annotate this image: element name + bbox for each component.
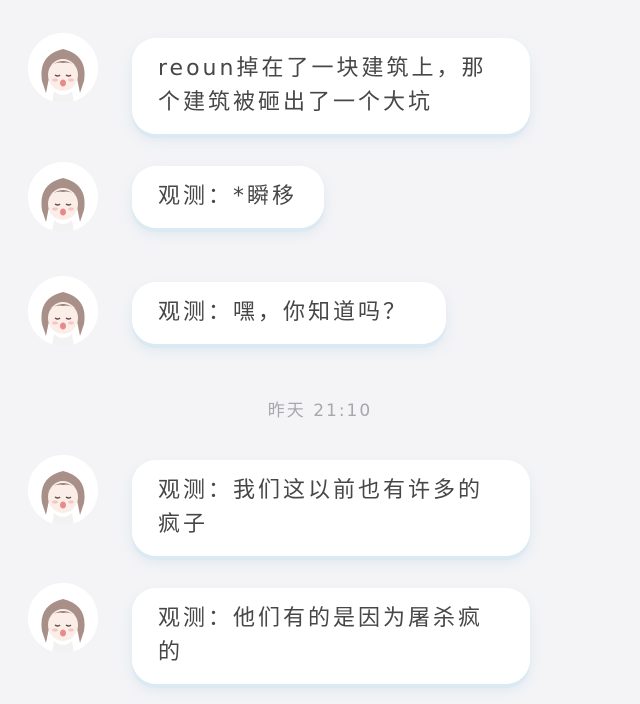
avatar[interactable] (28, 583, 98, 653)
message-bubble[interactable]: 观测：我们这以前也有许多的疯子 (132, 460, 530, 556)
message-bubble[interactable]: 观测：他们有的是因为屠杀疯的 (132, 588, 530, 684)
message-text: reoun掉在了一块建筑上，那个建筑被砸出了一个大坑 (158, 56, 487, 115)
anime-girl-avatar-icon (28, 455, 98, 525)
message-bubble[interactable]: reoun掉在了一块建筑上，那个建筑被砸出了一个大坑 (132, 38, 530, 134)
message-text: 观测：我们这以前也有许多的疯子 (158, 478, 484, 537)
message-bubble[interactable]: 观测：嘿，你知道吗？ (132, 282, 446, 344)
avatar[interactable] (28, 33, 98, 103)
message-timestamp: 昨天 21:10 (267, 401, 373, 421)
message-text: 观测：*瞬移 (158, 184, 298, 209)
message-bubble[interactable]: 观测：*瞬移 (132, 166, 324, 228)
avatar[interactable] (28, 162, 98, 232)
message-text: 观测：他们有的是因为屠杀疯的 (158, 606, 484, 665)
anime-girl-avatar-icon (28, 276, 98, 346)
anime-girl-avatar-icon (28, 162, 98, 232)
message-text: 观测：嘿，你知道吗？ (158, 300, 409, 325)
anime-girl-avatar-icon (28, 33, 98, 103)
avatar[interactable] (28, 276, 98, 346)
avatar[interactable] (28, 455, 98, 525)
anime-girl-avatar-icon (28, 583, 98, 653)
